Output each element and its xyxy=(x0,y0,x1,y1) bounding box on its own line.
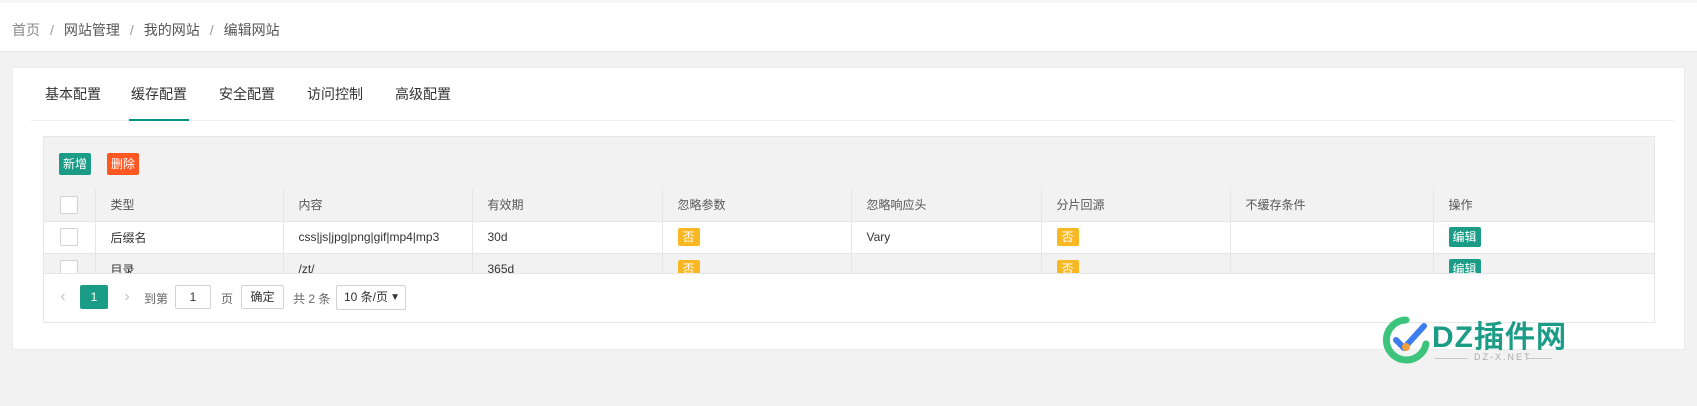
page-size-select[interactable]: 10 条/页 ▼ xyxy=(336,285,406,310)
range-origin-badge: 否 xyxy=(1056,228,1079,246)
breadcrumb-site-management[interactable]: 网站管理 xyxy=(64,20,120,40)
ignore-params-badge: 否 xyxy=(677,228,700,246)
page-size-value: 10 条/页 xyxy=(344,290,389,304)
config-card: 基本配置 缓存配置 安全配置 访问控制 高级配置 新增 删除 类型 内容 有效期… xyxy=(12,67,1685,350)
column-header-expire: 有效期 xyxy=(472,189,663,222)
cell-range-origin: 否 xyxy=(1041,221,1231,254)
tab-basic-config[interactable]: 基本配置 xyxy=(43,68,103,121)
column-header-ignore-params: 忽略参数 xyxy=(662,189,852,222)
watermark-subtext: DZ-X.NET xyxy=(1474,352,1532,362)
breadcrumb-home[interactable]: 首页 xyxy=(12,20,40,40)
chevron-left-icon[interactable]: ‹ xyxy=(56,288,70,306)
watermark: DZ插件网 DZ-X.NET xyxy=(1376,310,1576,370)
cell-ignore-params: 否 xyxy=(662,221,852,254)
add-button[interactable]: 新增 xyxy=(59,153,92,175)
cache-rules-table: 类型 内容 有效期 忽略参数 忽略响应头 分片回源 不缓存条件 操作 后缀名 c… xyxy=(44,189,1654,286)
tab-advanced-config[interactable]: 高级配置 xyxy=(393,68,453,121)
row-select-cell xyxy=(44,221,96,254)
column-header-no-cache: 不缓存条件 xyxy=(1230,189,1434,222)
breadcrumb-separator: / xyxy=(129,22,134,38)
select-all-checkbox[interactable] xyxy=(60,195,79,214)
breadcrumb-edit-site: 编辑网站 xyxy=(223,22,280,38)
tab-cache-config[interactable]: 缓存配置 xyxy=(129,68,189,121)
breadcrumb-separator: / xyxy=(209,22,214,38)
cell-action: 编辑 xyxy=(1433,221,1654,254)
column-header-type: 类型 xyxy=(95,189,284,222)
checkmark-logo-icon xyxy=(1382,316,1430,364)
tab-security-config[interactable]: 安全配置 xyxy=(217,68,277,121)
watermark-divider xyxy=(1526,358,1552,359)
page-suffix-label: 页 xyxy=(221,292,234,306)
cache-rules-table-panel: 新增 删除 类型 内容 有效期 忽略参数 忽略响应头 分片回源 不缓存条件 操作… xyxy=(43,136,1655,323)
confirm-button[interactable]: 确定 xyxy=(241,285,284,309)
cell-expire: 30d xyxy=(472,221,663,254)
goto-label: 到第 xyxy=(144,292,169,306)
chevron-right-icon[interactable]: › xyxy=(120,288,134,306)
column-header-content: 内容 xyxy=(283,189,473,222)
chevron-down-icon: ▼ xyxy=(390,292,400,303)
breadcrumb-bar: 首页 / 网站管理 / 我的网站 / 编辑网站 xyxy=(0,0,1697,52)
column-header-range-origin: 分片回源 xyxy=(1041,189,1231,222)
column-header-ignore-headers: 忽略响应头 xyxy=(851,189,1042,222)
row-checkbox[interactable] xyxy=(60,228,79,246)
breadcrumb-separator: / xyxy=(50,22,54,38)
table-row: 后缀名 css|js|jpg|png|gif|mp4|mp3 30d 否 Var… xyxy=(44,221,1654,254)
column-header-action: 操作 xyxy=(1433,189,1654,222)
cell-ignore-headers: Vary xyxy=(851,221,1042,254)
edit-button[interactable]: 编辑 xyxy=(1448,227,1481,247)
cell-content: css|js|jpg|png|gif|mp4|mp3 xyxy=(283,221,473,254)
delete-button[interactable]: 删除 xyxy=(107,153,140,175)
table-toolbar: 新增 删除 xyxy=(44,137,1654,189)
cell-no-cache xyxy=(1230,221,1434,254)
tab-access-control[interactable]: 访问控制 xyxy=(305,68,365,121)
breadcrumb-my-sites[interactable]: 我的网站 xyxy=(144,20,200,40)
page-button-current[interactable]: 1 xyxy=(80,285,108,309)
watermark-divider xyxy=(1434,358,1468,359)
select-all-cell xyxy=(44,189,96,222)
total-count: 共 2 条 xyxy=(293,292,331,306)
page-number-input[interactable]: 1 xyxy=(175,285,211,309)
cell-type: 后缀名 xyxy=(95,221,284,254)
watermark-text: DZ插件网 xyxy=(1432,321,1567,354)
breadcrumb: 首页 / 网站管理 / 我的网站 / 编辑网站 xyxy=(12,20,280,40)
config-tabs: 基本配置 缓存配置 安全配置 访问控制 高级配置 xyxy=(31,68,1674,121)
table-header-row: 类型 内容 有效期 忽略参数 忽略响应头 分片回源 不缓存条件 操作 xyxy=(44,189,1654,222)
